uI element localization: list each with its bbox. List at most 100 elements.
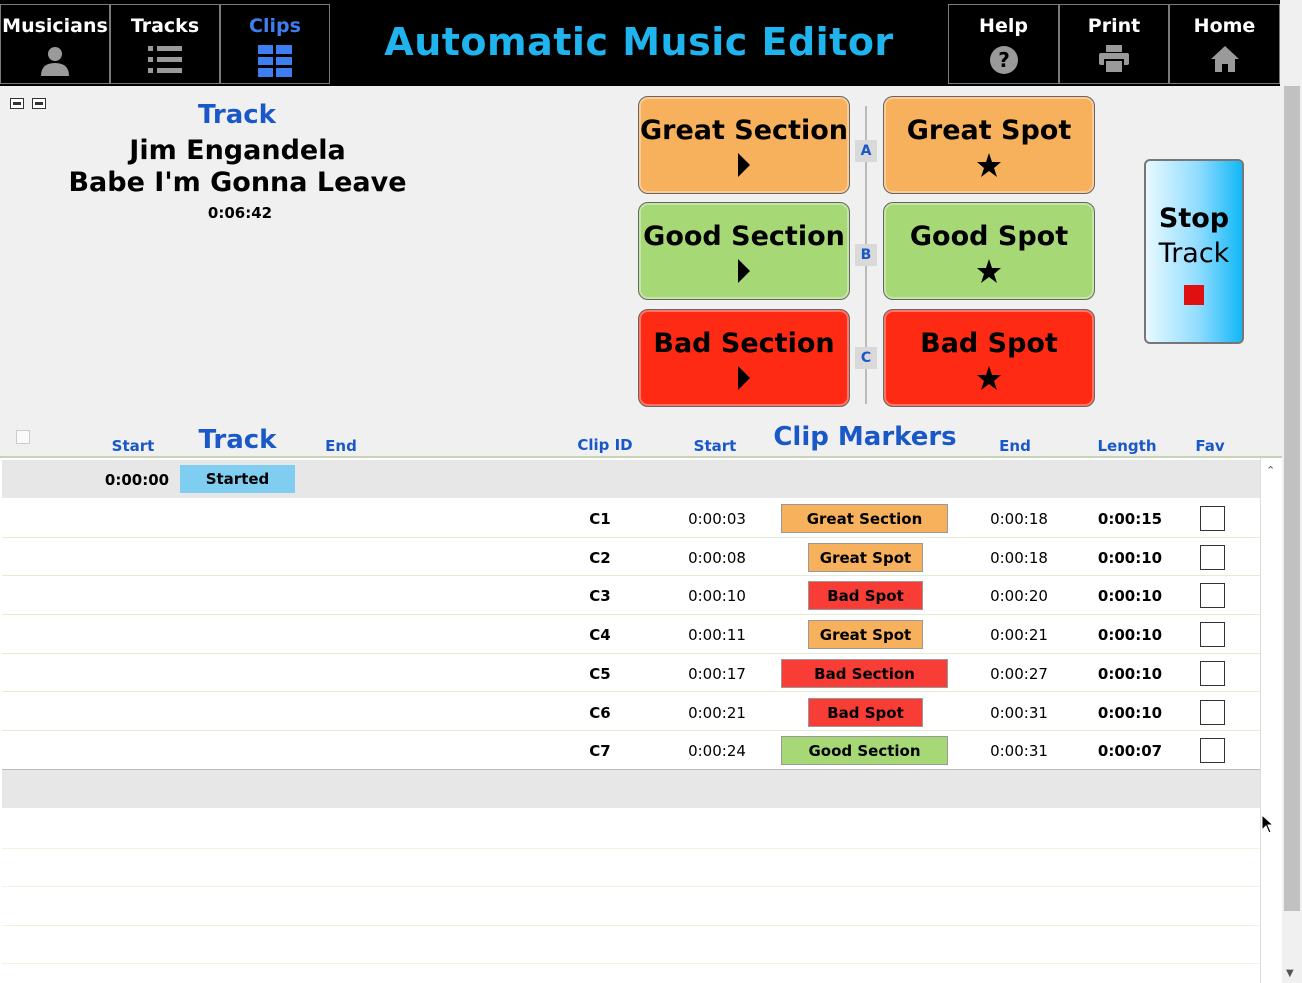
bad-section-label: Bad Section bbox=[653, 328, 835, 359]
expand-icon[interactable] bbox=[32, 98, 47, 109]
clip-id: C4 bbox=[589, 626, 611, 645]
clip-end: 0:00:18 bbox=[990, 548, 1048, 567]
app-window: Musicians Tracks Clips Automatic Music E… bbox=[0, 0, 1302, 983]
mouse-cursor-icon bbox=[1261, 814, 1273, 834]
clip-start: 0:00:08 bbox=[688, 548, 746, 567]
clip-row-c3[interactable]: C3 0:00:10 Bad Spot 0:00:20 0:00:10 bbox=[2, 576, 1260, 616]
clip-id: C2 bbox=[589, 548, 611, 567]
clip-end: 0:00:27 bbox=[990, 664, 1048, 683]
clip-end: 0:00:31 bbox=[990, 703, 1048, 722]
page-scrollbar-thumb[interactable] bbox=[1284, 86, 1300, 911]
fav-checkbox[interactable] bbox=[1200, 583, 1225, 609]
fav-checkbox[interactable] bbox=[1200, 506, 1225, 531]
header-length: Length bbox=[1097, 437, 1157, 455]
track-started-row[interactable]: 0:00:00 Started bbox=[2, 460, 1260, 498]
track-label: Track bbox=[1158, 238, 1230, 269]
fav-checkbox[interactable] bbox=[1200, 544, 1225, 570]
collapse-icon[interactable] bbox=[10, 98, 24, 109]
app-title: Automatic Music Editor bbox=[384, 20, 894, 64]
grid-icon bbox=[258, 45, 292, 77]
nav-print-label: Print bbox=[1087, 15, 1141, 37]
star-icon bbox=[977, 366, 1001, 390]
clip-marker-badge: Bad Spot bbox=[808, 581, 923, 611]
nav-clips-button[interactable]: Clips bbox=[220, 4, 330, 84]
clip-length: 0:00:07 bbox=[1097, 742, 1163, 761]
great-spot-button[interactable]: Great Spot bbox=[883, 96, 1095, 194]
clip-start: 0:00:03 bbox=[688, 510, 746, 528]
clip-start: 0:00:17 bbox=[688, 664, 746, 683]
nav-tracks-button[interactable]: Tracks bbox=[110, 4, 220, 84]
great-section-button[interactable]: Great Section bbox=[638, 96, 850, 194]
chevron-up-icon[interactable]: ⌃ bbox=[1266, 464, 1278, 477]
header-track-end: End bbox=[325, 437, 357, 455]
clip-marker-badge: Great Spot bbox=[808, 620, 923, 650]
clip-end: 0:00:18 bbox=[990, 510, 1048, 528]
clip-row-c2[interactable]: C2 0:00:08 Great Spot 0:00:18 0:00:10 bbox=[2, 538, 1260, 577]
home-icon bbox=[1210, 46, 1239, 72]
top-nav-bar: Musicians Tracks Clips Automatic Music E… bbox=[0, 0, 1280, 86]
fav-checkbox[interactable] bbox=[1200, 622, 1225, 648]
nav-tracks-label: Tracks bbox=[130, 15, 200, 37]
good-section-button[interactable]: Good Section bbox=[638, 202, 850, 300]
clip-row-c7[interactable]: C7 0:00:24 Good Section 0:00:31 0:00:07 bbox=[2, 731, 1260, 770]
empty-row-divider bbox=[2, 925, 1260, 926]
mini-toolbar bbox=[10, 94, 49, 113]
track-heading: Track bbox=[198, 100, 276, 130]
play-icon bbox=[738, 366, 750, 390]
clip-row-c1[interactable]: C1 0:00:03 Great Section 0:00:18 0:00:15 bbox=[2, 499, 1260, 538]
empty-row-divider bbox=[2, 963, 1260, 964]
stop-track-button[interactable]: Stop Track bbox=[1144, 159, 1244, 344]
track-artist: Jim Engandela bbox=[129, 135, 346, 166]
clip-row-c6[interactable]: C6 0:00:21 Bad Spot 0:00:31 0:00:10 bbox=[2, 693, 1260, 732]
track-title: Babe I'm Gonna Leave bbox=[68, 167, 407, 198]
nav-help-button[interactable]: Help ? bbox=[948, 4, 1059, 84]
chevron-down-icon[interactable]: ▼ bbox=[1286, 968, 1294, 979]
stop-icon bbox=[1184, 285, 1204, 305]
star-icon bbox=[977, 259, 1001, 283]
clip-marker-badge: Great Section bbox=[781, 504, 948, 533]
header-clip-start: Start bbox=[693, 437, 737, 455]
started-status-badge: Started bbox=[180, 465, 295, 493]
fav-checkbox[interactable] bbox=[1200, 660, 1225, 686]
stop-label: Stop bbox=[1158, 203, 1230, 234]
row-key-a: A bbox=[855, 140, 877, 162]
empty-row-divider bbox=[2, 848, 1260, 849]
clip-row-c4[interactable]: C4 0:00:11 Great Spot 0:00:21 0:00:10 bbox=[2, 615, 1260, 654]
row-key-b: B bbox=[855, 244, 877, 266]
row-key-c: C bbox=[855, 347, 877, 369]
great-section-label: Great Section bbox=[639, 115, 848, 146]
bad-spot-button[interactable]: Bad Spot bbox=[883, 309, 1095, 407]
clip-id: C3 bbox=[589, 587, 611, 606]
clip-marker-badge: Great Spot bbox=[808, 542, 923, 572]
header-clip-markers: Clip Markers bbox=[773, 422, 957, 452]
nav-musicians-label: Musicians bbox=[2, 15, 108, 37]
person-icon bbox=[41, 47, 69, 76]
track-duration: 0:06:42 bbox=[207, 204, 273, 222]
started-time: 0:00:00 bbox=[104, 471, 170, 489]
clip-length: 0:00:10 bbox=[1097, 703, 1163, 722]
clip-marker-badge: Bad Spot bbox=[808, 697, 923, 727]
nav-home-button[interactable]: Home bbox=[1169, 4, 1280, 84]
good-spot-button[interactable]: Good Spot bbox=[883, 202, 1095, 300]
clip-length: 0:00:10 bbox=[1097, 587, 1163, 606]
clip-id: C6 bbox=[589, 703, 611, 722]
select-all-checkbox[interactable] bbox=[16, 430, 30, 444]
page-scrollbar[interactable]: ▼ bbox=[1282, 86, 1302, 983]
star-icon bbox=[977, 153, 1001, 177]
clip-start: 0:00:11 bbox=[688, 626, 746, 645]
clip-length: 0:00:10 bbox=[1097, 626, 1163, 645]
table-scrollbar[interactable]: ⌃ bbox=[1260, 458, 1282, 983]
clip-start: 0:00:21 bbox=[688, 703, 746, 722]
header-fav: Fav bbox=[1195, 437, 1225, 455]
clip-end: 0:00:20 bbox=[990, 587, 1048, 606]
fav-checkbox[interactable] bbox=[1200, 699, 1225, 725]
clip-id: C7 bbox=[589, 742, 611, 761]
clip-row-c5[interactable]: C5 0:00:17 Bad Section 0:00:27 0:00:10 bbox=[2, 654, 1260, 693]
header-clip-id: Clip ID bbox=[577, 436, 633, 454]
fav-checkbox[interactable] bbox=[1200, 738, 1225, 764]
clip-marker-badge: Good Section bbox=[781, 736, 948, 766]
bad-section-button[interactable]: Bad Section bbox=[638, 309, 850, 407]
nav-print-button[interactable]: Print bbox=[1059, 4, 1169, 84]
nav-musicians-button[interactable]: Musicians bbox=[0, 4, 110, 84]
good-section-label: Good Section bbox=[643, 221, 845, 252]
